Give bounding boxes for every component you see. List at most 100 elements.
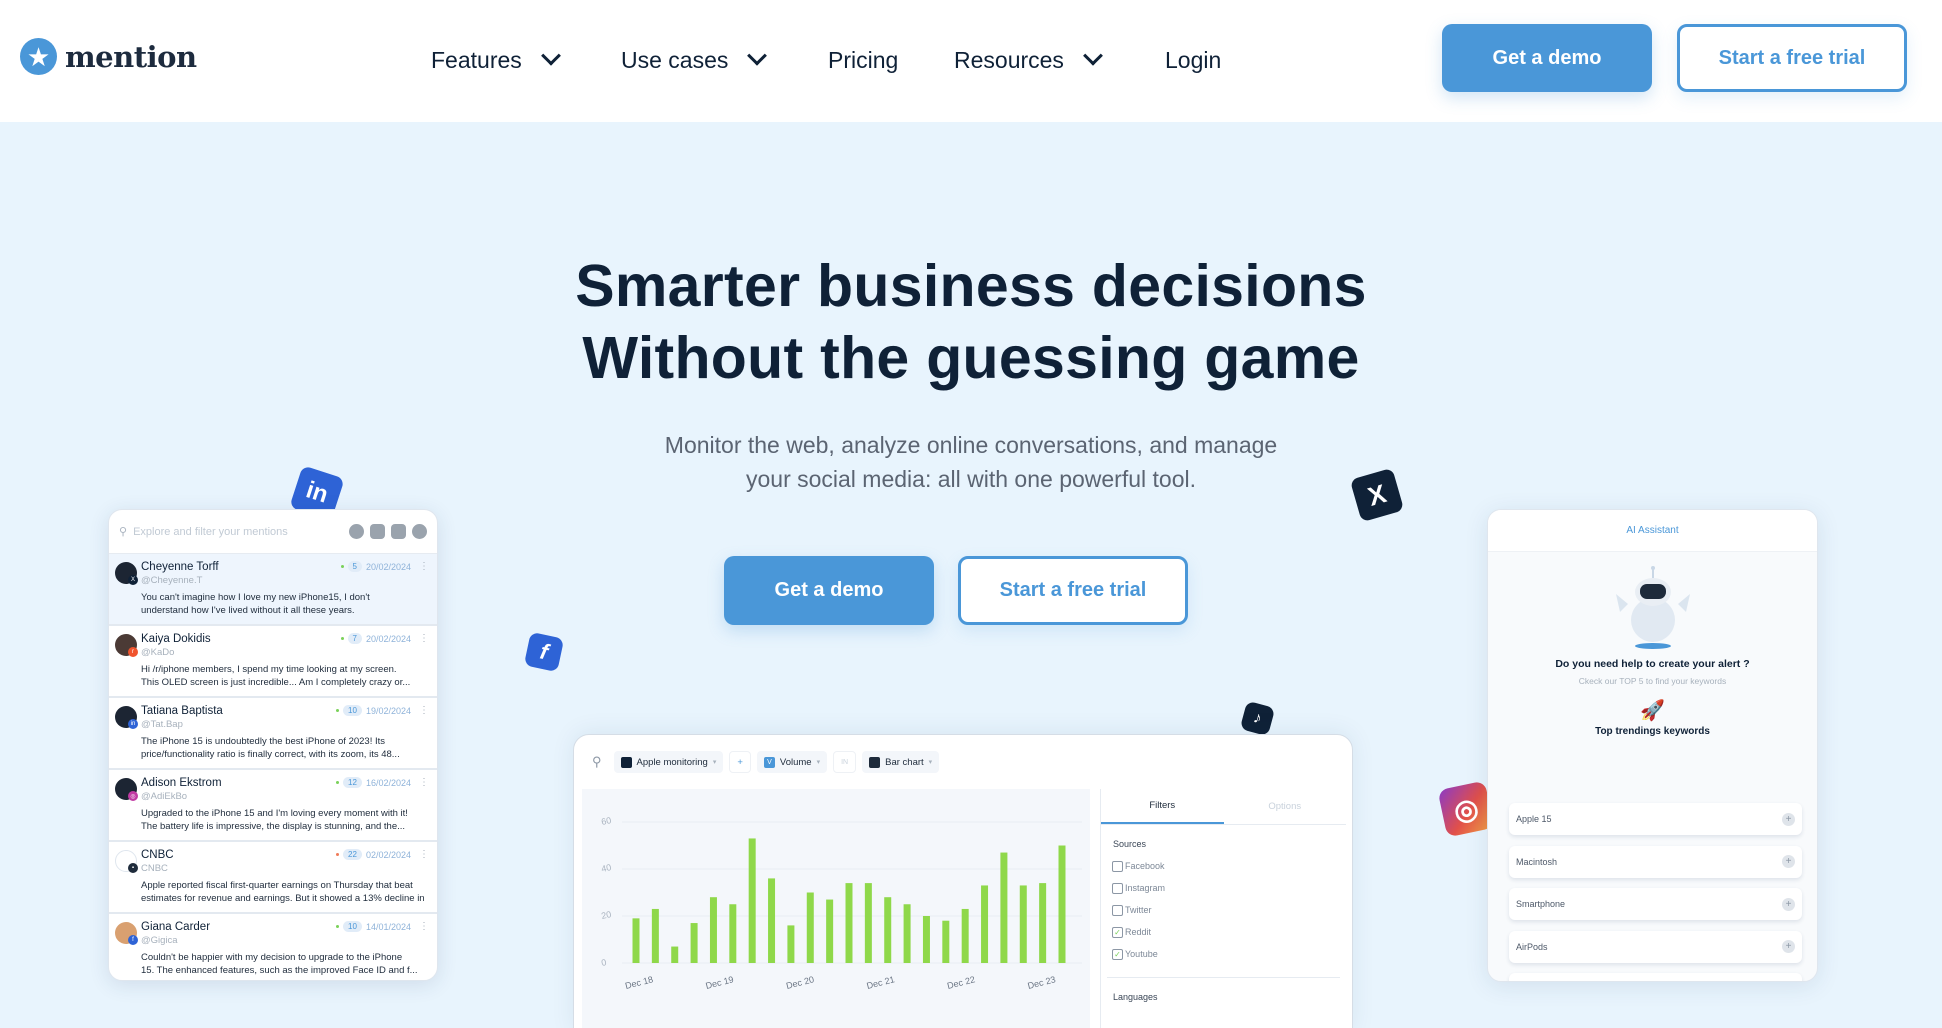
mention-item[interactable]: ▪ CNBC CNBC Apple reported fiscal first-qua… — [109, 842, 437, 914]
sentiment-dot — [340, 637, 344, 640]
more-options-icon[interactable]: ⋮ — [419, 705, 429, 716]
bar[interactable] — [884, 897, 892, 963]
check-icon[interactable] — [349, 524, 364, 539]
source-filter-reddit[interactable]: ✓ Reddit — [1101, 921, 1346, 943]
bar[interactable] — [768, 878, 776, 963]
keyword-item[interactable]: AirPods + — [1509, 930, 1802, 963]
reach-count: 7 — [347, 633, 362, 644]
bar[interactable] — [961, 908, 969, 963]
bar[interactable] — [826, 899, 834, 963]
source-filter-instagram[interactable]: Instagram — [1101, 877, 1346, 899]
download-icon[interactable] — [370, 524, 385, 539]
y-tick-label: 60 — [600, 815, 612, 827]
checkbox[interactable] — [1112, 904, 1123, 916]
bar[interactable] — [709, 897, 717, 963]
bar[interactable] — [671, 946, 679, 963]
more-options-icon[interactable]: ⋮ — [419, 849, 429, 860]
bar[interactable] — [1019, 885, 1027, 963]
nav-resources[interactable]: Resources — [954, 40, 1103, 80]
checkbox[interactable]: ✓ — [1112, 926, 1123, 938]
bar[interactable] — [1058, 845, 1066, 964]
nav-login[interactable]: Login — [1165, 40, 1221, 80]
bar[interactable] — [748, 838, 756, 963]
keyword-item[interactable]: Smartphone + — [1509, 888, 1802, 920]
bar[interactable] — [981, 885, 989, 963]
keyword-label: Macintosh — [1516, 856, 1558, 867]
bar[interactable] — [1000, 852, 1008, 963]
more-options-icon[interactable]: ⋮ — [419, 777, 429, 788]
keyword-item[interactable]: Apple Watch+ — [1509, 973, 1802, 981]
mentions-search-input[interactable]: Explore and filter your mentions — [133, 526, 343, 538]
source-list: Facebook Instagram Twitter ✓ Reddit ✓ Youtube — [1101, 855, 1346, 965]
chart-type-selector[interactable]: Bar chart ▾ — [862, 751, 940, 773]
keyword-label: AirPods — [1516, 941, 1548, 952]
metric-selector[interactable]: V Volume ▾ — [756, 751, 828, 773]
bar[interactable] — [632, 918, 640, 963]
mention-item[interactable]: X Cheyenne Torff @Cheyenne.T You can't imag… — [109, 554, 437, 626]
logo[interactable]: ★ mention — [20, 38, 197, 75]
interval-button[interactable]: IN — [833, 751, 857, 773]
checkbox[interactable] — [1112, 860, 1123, 872]
filter-tabs: Filters Options — [1101, 789, 1346, 825]
nav-use-cases[interactable]: Use cases — [621, 40, 768, 80]
ai-assistant-panel: AI Assistant Do you need help to create … — [1487, 509, 1818, 982]
checkbox[interactable]: ✓ — [1112, 948, 1123, 960]
bar[interactable] — [922, 916, 930, 963]
source-filter-twitter[interactable]: Twitter — [1101, 899, 1346, 921]
filter-icon[interactable] — [391, 524, 406, 539]
hero-get-demo-button[interactable]: Get a demo — [724, 556, 934, 625]
mention-item[interactable]: ◎ Adison Ekstrom @AdiEkBo Upgraded to the i… — [109, 770, 437, 842]
bar[interactable] — [651, 908, 659, 963]
bar-chart-icon — [869, 756, 881, 768]
source-filter-youtube[interactable]: ✓ Youtube — [1101, 943, 1346, 965]
alert-selector[interactable]: Apple monitoring ▾ — [613, 751, 724, 773]
tab-filters[interactable]: Filters — [1101, 789, 1224, 824]
mention-item[interactable]: in Tatiana Baptista @Tat.Bap The iPhone 15 … — [109, 698, 437, 770]
hero-subtitle-line2: your social media: all with one powerful… — [745, 466, 1196, 492]
mention-item[interactable]: f Giana Carder @Gigica Couldn't be happier … — [109, 914, 437, 980]
bar[interactable] — [806, 892, 814, 964]
languages-label: Languages — [1113, 992, 1158, 1002]
bar[interactable] — [845, 883, 853, 963]
nav-pricing[interactable]: Pricing — [828, 40, 898, 80]
add-keyword-icon[interactable]: + — [1782, 812, 1795, 826]
more-options-icon[interactable]: ⋮ — [419, 633, 429, 644]
mention-text-line1: Apple reported fiscal first-quarter earn… — [141, 880, 413, 891]
robot-icon — [1616, 566, 1690, 649]
mention-item[interactable]: r Kaiya Dokidis @KaDo Hi /r/iphone members,… — [109, 626, 437, 698]
y-tick-label: 20 — [600, 909, 612, 921]
expand-icon[interactable] — [412, 524, 427, 539]
header-start-trial-button[interactable]: Start a free trial — [1677, 24, 1907, 92]
bar[interactable] — [942, 920, 950, 963]
bar[interactable] — [1039, 883, 1047, 963]
x-tick-label: Dec 20 — [785, 974, 815, 991]
search-icon[interactable]: ⚲ — [592, 754, 602, 770]
mention-list: X Cheyenne Torff @Cheyenne.T You can't imag… — [109, 554, 437, 980]
hero-start-trial-button[interactable]: Start a free trial — [958, 556, 1188, 625]
bar[interactable] — [729, 904, 737, 963]
nav-features[interactable]: Features — [431, 40, 561, 80]
reach-count: 5 — [347, 561, 362, 572]
keyword-item[interactable]: Macintosh + — [1509, 845, 1802, 878]
checkbox[interactable] — [1112, 882, 1123, 894]
tab-options[interactable]: Options — [1224, 789, 1347, 824]
mentions-search-bar[interactable]: ⚲ Explore and filter your mentions — [109, 510, 437, 554]
bar[interactable] — [787, 925, 795, 963]
search-icon: ⚲ — [119, 526, 128, 538]
add-keyword-icon[interactable]: + — [1782, 940, 1795, 953]
sentiment-dot — [336, 925, 340, 928]
bar[interactable] — [864, 883, 872, 963]
reach-count: 10 — [343, 705, 362, 716]
bar[interactable] — [690, 923, 698, 963]
bar[interactable] — [903, 904, 911, 963]
add-alert-button[interactable]: + — [729, 751, 751, 773]
chevron-down-icon — [747, 45, 768, 66]
header-get-demo-button[interactable]: Get a demo — [1442, 24, 1652, 92]
add-keyword-icon[interactable]: + — [1782, 855, 1795, 868]
more-options-icon[interactable]: ⋮ — [419, 921, 429, 932]
x-tick-label: Dec 19 — [705, 974, 735, 991]
keyword-item[interactable]: Apple 15 + — [1509, 803, 1802, 835]
more-options-icon[interactable]: ⋮ — [419, 561, 429, 572]
add-keyword-icon[interactable]: + — [1782, 897, 1795, 911]
source-filter-facebook[interactable]: Facebook — [1101, 855, 1346, 877]
